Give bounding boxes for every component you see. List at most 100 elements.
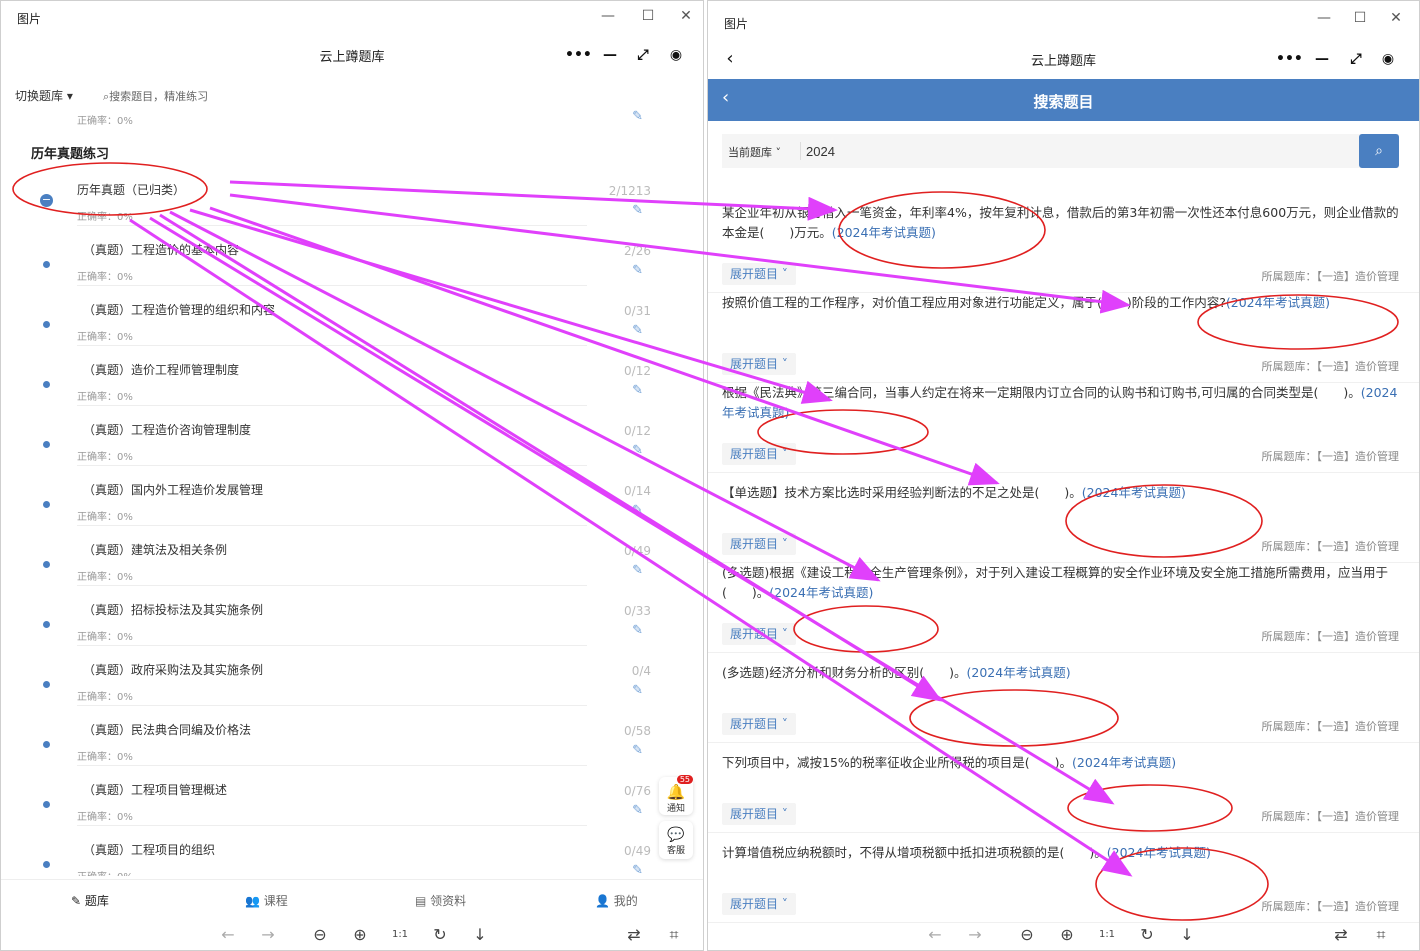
search-button[interactable]: ⌕ (1359, 134, 1399, 168)
tab-materials[interactable]: ▤ 领资料 (415, 892, 466, 909)
list-item[interactable]: （真题）工程造价管理的组织和内容 正确率：0% 0/31 ✎ (1, 301, 703, 361)
expand-button[interactable]: 展开题目 ˅ (722, 893, 796, 915)
minimize-app-icon[interactable]: — (598, 43, 622, 67)
tab-courses[interactable]: 👥 课程 (245, 892, 288, 909)
list-item[interactable]: （真题）工程造价的基本内容 正确率：0% 2/26 ✎ (1, 241, 703, 301)
translate-icon[interactable]: ⇄ (623, 924, 645, 946)
notify-button[interactable]: 🔔 55 通知 (659, 775, 693, 815)
divider (77, 225, 587, 226)
item-rate: 正确率：0% (77, 392, 133, 403)
question-card[interactable]: (多选题)根据《建设工程安全生产管理条例》，对于列入建设工程概算的安全作业环境及… (708, 563, 1419, 653)
list-item[interactable]: （真题）工程造价咨询管理制度 正确率：0% 0/12 ✎ (1, 421, 703, 481)
edit-icon[interactable]: ✎ (632, 683, 643, 698)
target-icon[interactable]: ◉ (1376, 47, 1400, 71)
expand-button[interactable]: 展开题目 ˅ (722, 263, 796, 285)
expand-button[interactable]: 展开题目 ˅ (722, 443, 796, 465)
bell-icon: 🔔 (666, 783, 686, 801)
close-icon[interactable]: ✕ (1381, 7, 1411, 29)
edit-icon[interactable]: ✎ (632, 109, 643, 124)
list-item[interactable]: （真题）造价工程师管理制度 正确率：0% 0/12 ✎ (1, 361, 703, 421)
target-icon[interactable]: ◉ (664, 43, 688, 67)
next-icon[interactable]: → (257, 924, 279, 946)
switch-bank-button[interactable]: 切换题库 ▾ (15, 87, 73, 104)
item-rate: 正确率：0% (77, 512, 133, 523)
list-item[interactable]: （真题）工程项目管理概述 正确率：0% 0/76 ✎ (1, 781, 703, 841)
edit-icon[interactable]: ✎ (632, 863, 643, 876)
list-item[interactable]: （真题）招标投标法及其实施条例 正确率：0% 0/33 ✎ (1, 601, 703, 661)
question-card[interactable]: 按照价值工程的工作程序，对价值工程应用对象进行功能定义，属于( )阶段的工作内容… (708, 293, 1419, 383)
search-input[interactable]: ⌕搜索题目，精准练习 (103, 88, 208, 104)
edit-icon[interactable]: ✎ (632, 263, 643, 278)
edit-icon[interactable]: ✎ (632, 383, 643, 398)
minimize-icon[interactable]: — (593, 5, 623, 27)
resize-icon[interactable]: ⤢ (1344, 47, 1368, 71)
minimize-icon[interactable]: — (1309, 7, 1339, 29)
question-text: 某企业年初从银行借入一笔资金，年利率4%，按年复利计息，借款后的第3年初需一次性… (722, 205, 1399, 240)
more-icon[interactable]: ••• (565, 43, 592, 67)
zoom-in-icon[interactable]: ⊕ (349, 924, 371, 946)
source-label: 所属题库：【一造】造价管理 (1261, 540, 1400, 553)
group-row[interactable]: 历年真题（已归类） 正确率：0% 2/1213 ✎ (1, 181, 703, 241)
collapse-icon[interactable]: − (40, 194, 53, 207)
edit-icon[interactable]: ✎ (632, 563, 643, 578)
download-icon[interactable]: ↓ (469, 924, 491, 946)
translate-icon[interactable]: ⇄ (1330, 924, 1352, 946)
more-icon[interactable]: ••• (1276, 47, 1303, 71)
search-input[interactable] (806, 139, 1106, 163)
download-icon[interactable]: ↓ (1176, 924, 1198, 946)
next-icon[interactable]: → (964, 924, 986, 946)
edit-icon[interactable]: ✎ (632, 743, 643, 758)
expand-button[interactable]: 展开题目 ˅ (722, 803, 796, 825)
actual-size-icon[interactable]: 1:1 (1096, 924, 1118, 946)
list-item[interactable]: （真题）建筑法及相关条例 正确率：0% 0/49 ✎ (1, 541, 703, 601)
edit-icon[interactable]: ✎ (632, 203, 643, 218)
rotate-icon[interactable]: ↻ (1136, 924, 1158, 946)
prev-icon[interactable]: ← (924, 924, 946, 946)
question-card[interactable]: 【单选题】技术方案比选时采用经验判断法的不足之处是( )。(2024年考试真题)… (708, 473, 1419, 563)
question-card[interactable]: (多选题)经济分析和财务分析的区别( )。(2024年考试真题) 展开题目 ˅ 所属… (708, 653, 1419, 743)
question-card[interactable]: 下列项目中，减按15%的税率征收企业所得税的项目是( )。(2024年考试真题)… (708, 743, 1419, 833)
maximize-icon[interactable]: ☐ (633, 5, 663, 27)
edit-icon[interactable]: ✎ (632, 503, 643, 518)
edit-icon[interactable]: ✎ (632, 323, 643, 338)
edit-icon[interactable]: ✎ (632, 803, 643, 818)
image-viewer-toolbar: ← → ⊖ ⊕ 1:1 ↻ ↓ ⇄ ⌗ (708, 920, 1419, 950)
expand-button[interactable]: 展开题目 ˅ (722, 713, 796, 735)
edit-icon[interactable]: ✎ (632, 623, 643, 638)
list-item[interactable]: （真题）民法典合同编及价格法 正确率：0% 0/58 ✎ (1, 721, 703, 781)
divider (77, 345, 587, 346)
ocr-icon[interactable]: ⌗ (1370, 924, 1392, 946)
expand-button[interactable]: 展开题目 ˅ (722, 623, 796, 645)
item-rate: 正确率：0% (77, 452, 133, 463)
timeline-dot (43, 741, 50, 748)
image-viewer-toolbar: ← → ⊖ ⊕ 1:1 ↻ ↓ ⇄ ⌗ (1, 920, 703, 950)
tab-mine[interactable]: 👤 我的 (595, 892, 638, 909)
zoom-in-icon[interactable]: ⊕ (1056, 924, 1078, 946)
zoom-out-icon[interactable]: ⊖ (309, 924, 331, 946)
source-label: 所属题库：【一造】造价管理 (1261, 630, 1400, 643)
list-item[interactable]: （真题）国内外工程造价发展管理 正确率：0% 0/14 ✎ (1, 481, 703, 541)
zoom-out-icon[interactable]: ⊖ (1016, 924, 1038, 946)
list-item[interactable]: （真题）工程项目的组织正确率：0% 0/49 ✎ (1, 841, 703, 876)
scope-dropdown[interactable]: 当前题库 ˅ (728, 144, 781, 160)
maximize-icon[interactable]: ☐ (1345, 7, 1375, 29)
expand-button[interactable]: 展开题目 ˅ (722, 533, 796, 555)
ocr-icon[interactable]: ⌗ (663, 924, 685, 946)
tab-question-bank[interactable]: ✎ 题库 (71, 892, 109, 909)
close-icon[interactable]: ✕ (671, 5, 701, 27)
question-card[interactable]: 根据《民法典》第三编合同，当事人约定在将来一定期限内订立合同的认购书和订购书,可… (708, 383, 1419, 473)
service-button[interactable]: 💬 客服 (659, 821, 693, 859)
minimize-app-icon[interactable]: — (1310, 47, 1334, 71)
list-item[interactable]: （真题）政府采购法及其实施条例 正确率：0% 0/4 ✎ (1, 661, 703, 721)
rotate-icon[interactable]: ↻ (429, 924, 451, 946)
question-card[interactable]: 某企业年初从银行借入一笔资金，年利率4%，按年复利计息，借款后的第3年初需一次性… (708, 203, 1419, 293)
prev-icon[interactable]: ← (217, 924, 239, 946)
expand-button[interactable]: 展开题目 ˅ (722, 353, 796, 375)
pencil-icon: ✎ (71, 894, 85, 908)
actual-size-icon[interactable]: 1:1 (389, 924, 411, 946)
resize-icon[interactable]: ⤢ (631, 43, 655, 67)
question-card[interactable]: 计算增值税应纳税额时，不得从增项税额中抵扣进项税额的是( )。(2024年考试真… (708, 833, 1419, 923)
divider (77, 525, 587, 526)
question-text: 计算增值税应纳税额时，不得从增项税额中抵扣进项税额的是( )。(2024年考试真… (722, 845, 1211, 860)
edit-icon[interactable]: ✎ (632, 443, 643, 458)
